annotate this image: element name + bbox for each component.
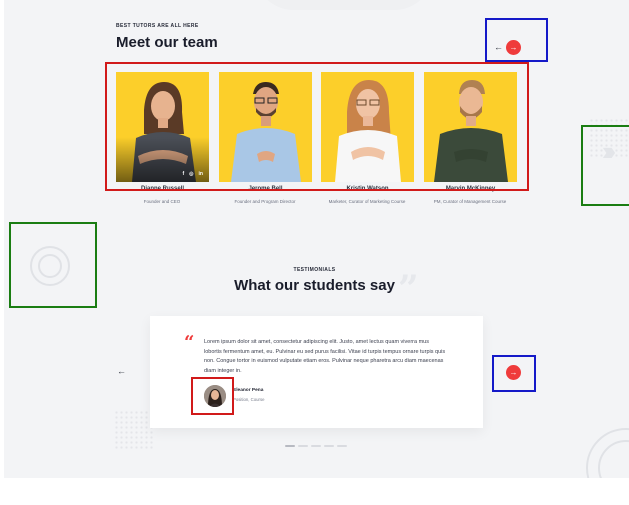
member-name: Dianne Russell [140,186,184,192]
member-role: Founder and Program Director [234,199,296,204]
linkedin-icon[interactable]: in [199,171,203,177]
carousel-dot[interactable] [324,445,334,447]
member-name: Marvin McKinney [445,186,496,192]
carousel-dot[interactable] [311,445,321,447]
tutor-photo [231,82,301,182]
member-name: Kristin Watson [346,186,389,192]
testimonials-title: What our students say [234,277,395,294]
author-name: Eleanor Pena [233,388,264,393]
social-links: f ◎ in [183,171,204,177]
carousel-dot[interactable] [337,445,347,447]
decorative-dots [114,410,154,450]
testimonial-prev-arrow[interactable]: ← [117,366,126,376]
team-card[interactable] [321,72,414,182]
decorative-shape [254,0,434,10]
facebook-icon[interactable]: f [183,171,185,177]
tutor-photo [434,80,508,182]
team-next-button[interactable]: → [506,40,521,55]
member-role: Marketer, Curator of Marketing Course [328,199,406,204]
team-card[interactable]: f ◎ in [116,72,209,182]
author-role: Position, Course [233,397,265,402]
member-role: PM, Curator of Management Course [433,199,507,204]
testimonial-text: Lorem ipsum dolor sit amet, consectetur … [204,339,446,374]
decorative-chevrons: ››› [602,136,616,166]
carousel-dots [285,445,347,447]
team-eyebrow: BEST TUTORS ARE ALL HERE [116,23,199,29]
footer-band [0,478,629,505]
member-role: Founder and CEO [143,199,181,204]
team-card[interactable] [424,72,517,182]
testimonials-eyebrow: TESTIMONIALS [293,267,336,273]
tutor-photo [335,80,401,182]
team-prev-arrow[interactable]: ← [494,42,503,52]
instagram-icon[interactable]: ◎ [189,171,193,177]
avatar [204,385,226,407]
quote-decoration-icon: ” [398,268,419,310]
testimonial-next-button[interactable]: → [506,365,521,380]
carousel-dot[interactable] [285,445,295,447]
team-card[interactable] [219,72,312,182]
carousel-dot[interactable] [298,445,308,447]
quote-icon: “ [184,332,195,353]
member-name: Jerome Bell [248,186,283,192]
decorative-ring [38,254,62,278]
team-title: Meet our team [116,34,218,51]
